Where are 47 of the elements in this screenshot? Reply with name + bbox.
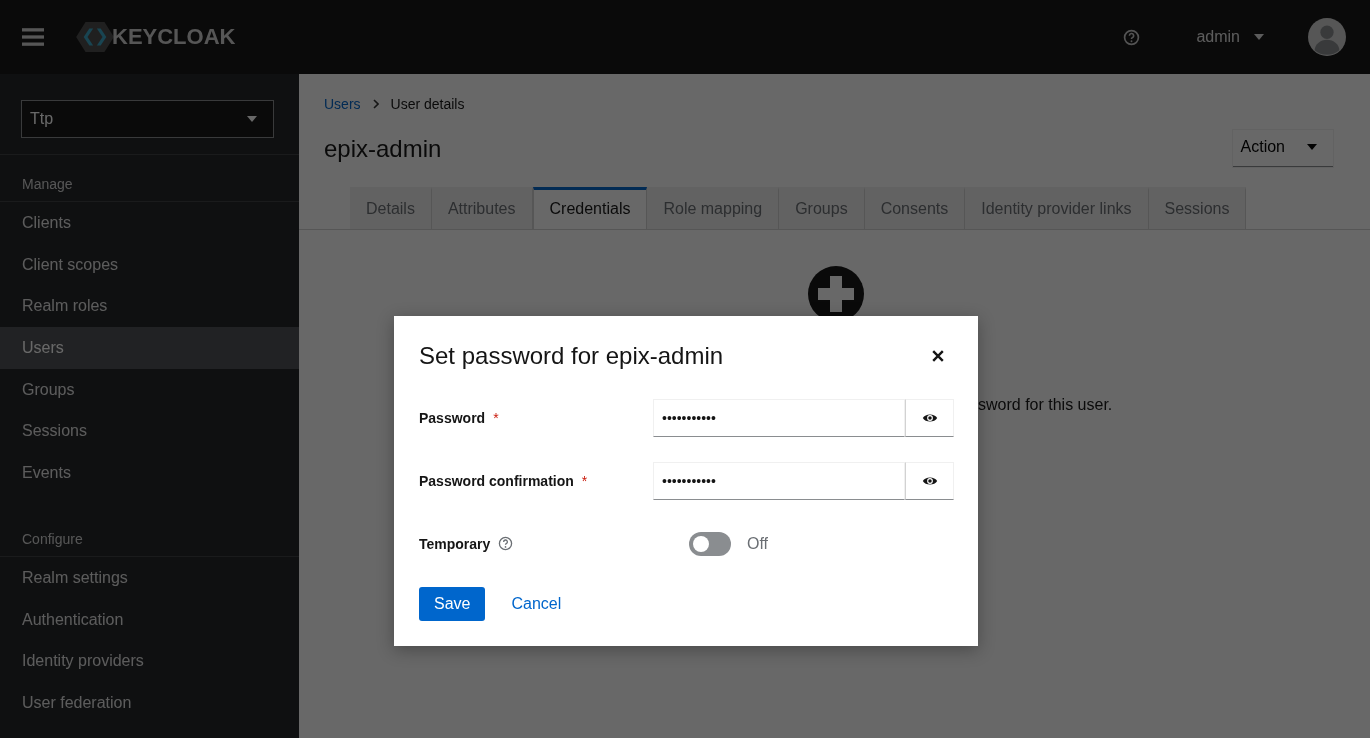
field-label: Temporary (419, 535, 491, 552)
page-title: epix-admin (324, 134, 442, 163)
caret-icon (1307, 144, 1317, 150)
password-field[interactable]: ••••••••••• (653, 461, 905, 500)
logo-text: KEYCLOAK (112, 24, 236, 50)
cancel-button[interactable]: Cancel (495, 587, 578, 621)
nav-item[interactable]: Events (0, 452, 299, 494)
required-marker: * (493, 409, 499, 426)
caret-icon (1254, 34, 1264, 40)
field-label: Password (419, 409, 486, 426)
nav-item[interactable]: Users (0, 327, 299, 369)
logo-icon (76, 21, 114, 53)
nav-item[interactable]: Sessions (0, 410, 299, 453)
nav-item[interactable]: Groups (0, 368, 299, 411)
realm-selector[interactable]: Ttp (21, 100, 274, 138)
nav-item[interactable]: Clients (0, 202, 299, 244)
nav-item[interactable]: Realm roles (0, 285, 299, 328)
eye-icon (921, 474, 938, 487)
close-icon (932, 350, 944, 362)
toggle-state-text: Off (747, 534, 769, 553)
caret-icon (247, 116, 257, 122)
nav-item[interactable]: Authentication (0, 598, 299, 641)
chevron-icon (372, 99, 379, 109)
required-marker: * (581, 472, 588, 489)
avatar-icon[interactable] (1308, 18, 1346, 56)
empty-state-text: sword for this user. (978, 396, 1113, 414)
show-password-button[interactable] (905, 461, 954, 500)
help-icon[interactable] (498, 536, 514, 551)
nav-item[interactable]: Realm settings (0, 556, 299, 599)
breadcrumb-current: User details (390, 96, 465, 112)
dialog-title: Set password for epix-admin (419, 342, 724, 370)
nav-section-title: Configure (0, 525, 299, 557)
nav-item[interactable]: Client scopes (0, 243, 299, 286)
eye-icon (921, 411, 938, 424)
breadcrumb-link[interactable]: Users (324, 96, 361, 112)
nav-item[interactable]: Identity providers (0, 640, 299, 682)
action-dropdown[interactable]: Action (1232, 130, 1333, 167)
user-menu[interactable]: admin (1196, 28, 1264, 46)
menu-icon[interactable] (22, 28, 44, 46)
toggle-switch[interactable] (689, 531, 731, 556)
show-password-button[interactable] (905, 398, 954, 437)
password-field[interactable]: ••••••••••• (653, 398, 905, 437)
save-button[interactable]: Save (419, 587, 486, 621)
nav-item[interactable]: User federation (0, 681, 299, 724)
field-label: Password confirmation (419, 472, 574, 489)
nav-section-title: Manage (0, 171, 299, 202)
tab[interactable]: Credentials (532, 187, 648, 229)
